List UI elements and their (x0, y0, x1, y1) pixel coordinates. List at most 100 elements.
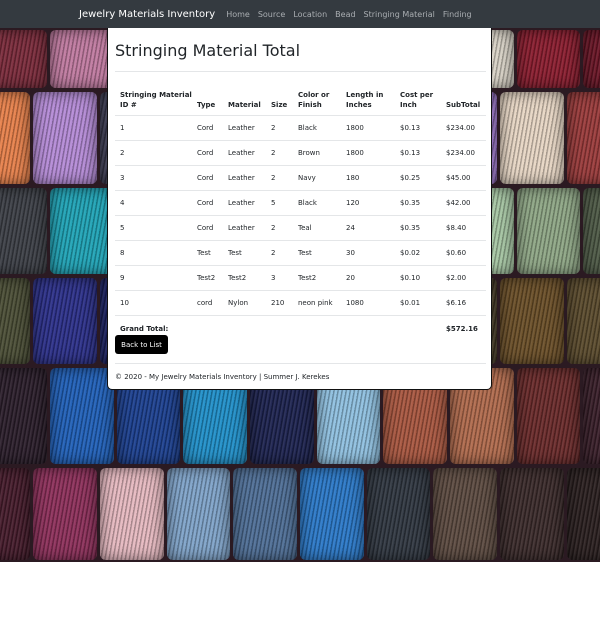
cell-material: Leather (223, 165, 266, 191)
cell-id: 8 (115, 240, 192, 266)
thread-spool (0, 468, 31, 560)
cell-length: 24 (341, 215, 395, 241)
cell-cost: $0.35 (395, 215, 441, 241)
grand-total-row: Grand Total: $572.16 (115, 315, 486, 342)
navbar-brand[interactable]: Jewelry Materials Inventory (79, 9, 215, 20)
cell-length: 30 (341, 240, 395, 266)
cell-color: Black (293, 115, 341, 141)
cell-cost: $0.02 (395, 240, 441, 266)
page-title: Stringing Material Total (115, 41, 301, 60)
thread-spool (516, 30, 581, 88)
nav-link-bead[interactable]: Bead (335, 10, 355, 19)
column-header-id: Stringing Material ID # (120, 91, 192, 109)
table-row: 3 Cord Leather 2 Navy 180 $0.25 $45.00 (115, 165, 486, 191)
thread-spool (0, 188, 47, 274)
column-header-type: Type (197, 101, 216, 109)
thread-spool (0, 30, 47, 88)
thread-spool (583, 368, 600, 464)
thread-spool (0, 368, 47, 464)
cell-cost: $0.01 (395, 290, 441, 316)
thread-spool (33, 278, 97, 364)
cell-subtotal: $42.00 (441, 190, 486, 216)
nav-link-stringing-material[interactable]: Stringing Material (364, 10, 435, 19)
cell-length: 1800 (341, 140, 395, 166)
table-row: 9 Test2 Test2 3 Test2 20 $0.10 $2.00 (115, 265, 486, 291)
cell-size: 2 (266, 215, 293, 241)
cell-subtotal: $0.60 (441, 240, 486, 266)
cell-color: Brown (293, 140, 341, 166)
cell-type: Test (192, 240, 223, 266)
thread-spool (233, 468, 297, 560)
thread-spool (433, 468, 497, 560)
table-row: 4 Cord Leather 5 Black 120 $0.35 $42.00 (115, 190, 486, 216)
cell-material: Leather (223, 215, 266, 241)
stringing-material-table: Stringing Material ID # Type Material Si… (115, 73, 486, 342)
cell-id: 3 (115, 165, 192, 191)
table-row: 1 Cord Leather 2 Black 1800 $0.13 $234.00 (115, 115, 486, 141)
cell-id: 1 (115, 115, 192, 141)
thread-spool (50, 188, 114, 274)
thread-spool (516, 368, 581, 464)
cell-size: 5 (266, 190, 293, 216)
cell-size: 2 (266, 140, 293, 166)
cell-subtotal: $45.00 (441, 165, 486, 191)
table-row: 5 Cord Leather 2 Teal 24 $0.35 $8.40 (115, 215, 486, 241)
cell-material: Leather (223, 190, 266, 216)
cell-color: Teal (293, 215, 341, 241)
column-header-material: Material (228, 101, 261, 109)
cell-subtotal: $6.16 (441, 290, 486, 316)
cell-type: Cord (192, 215, 223, 241)
cell-subtotal: $234.00 (441, 115, 486, 141)
nav-link-source[interactable]: Source (258, 10, 285, 19)
cell-type: Cord (192, 165, 223, 191)
nav-link-home[interactable]: Home (226, 10, 250, 19)
cell-subtotal: $234.00 (441, 140, 486, 166)
thread-spool (0, 92, 31, 184)
cell-size: 2 (266, 115, 293, 141)
cell-material: Nylon (223, 290, 266, 316)
cell-type: Test2 (192, 265, 223, 291)
column-header-size: Size (271, 101, 288, 109)
cell-type: Cord (192, 140, 223, 166)
thread-spool (300, 468, 364, 560)
cell-id: 5 (115, 215, 192, 241)
cell-material: Leather (223, 140, 266, 166)
thread-spool (33, 92, 97, 184)
table-row: 10 cord Nylon 210 neon pink 1080 $0.01 $6.16 (115, 290, 486, 316)
column-header-cost: Cost per Inch (400, 91, 434, 109)
cell-cost: $0.10 (395, 265, 441, 291)
thread-spool (33, 468, 97, 560)
thread-spool (50, 368, 114, 464)
cell-cost: $0.25 (395, 165, 441, 191)
thread-spool (566, 468, 600, 560)
column-header-subtotal: SubTotal (446, 101, 481, 109)
cell-cost: $0.13 (395, 140, 441, 166)
column-header-color: Color or Finish (298, 91, 330, 109)
back-to-list-button[interactable]: Back to List (115, 335, 168, 354)
thread-spool (583, 30, 600, 88)
cell-material: Test2 (223, 265, 266, 291)
cell-type: cord (192, 290, 223, 316)
cell-length: 20 (341, 265, 395, 291)
thread-spool (166, 468, 231, 560)
cell-size: 2 (266, 240, 293, 266)
thread-spool (566, 92, 600, 184)
nav-link-location[interactable]: Location (293, 10, 327, 19)
cell-material: Test (223, 240, 266, 266)
thread-spool (500, 468, 564, 560)
nav-link-finding[interactable]: Finding (443, 10, 472, 19)
cell-color: Navy (293, 165, 341, 191)
thread-spool (100, 468, 164, 560)
cell-length: 120 (341, 190, 395, 216)
cell-material: Leather (223, 115, 266, 141)
table-header-row: Stringing Material ID # Type Material Si… (115, 73, 486, 116)
thread-spool (366, 468, 431, 560)
cell-color: Test (293, 240, 341, 266)
cell-type: Cord (192, 115, 223, 141)
footer-text: © 2020 - My Jewelry Materials Inventory … (115, 373, 330, 381)
grand-total-value: $572.16 (441, 315, 486, 342)
cell-cost: $0.13 (395, 115, 441, 141)
thread-spool (0, 278, 31, 364)
cell-id: 2 (115, 140, 192, 166)
cell-subtotal: $2.00 (441, 265, 486, 291)
